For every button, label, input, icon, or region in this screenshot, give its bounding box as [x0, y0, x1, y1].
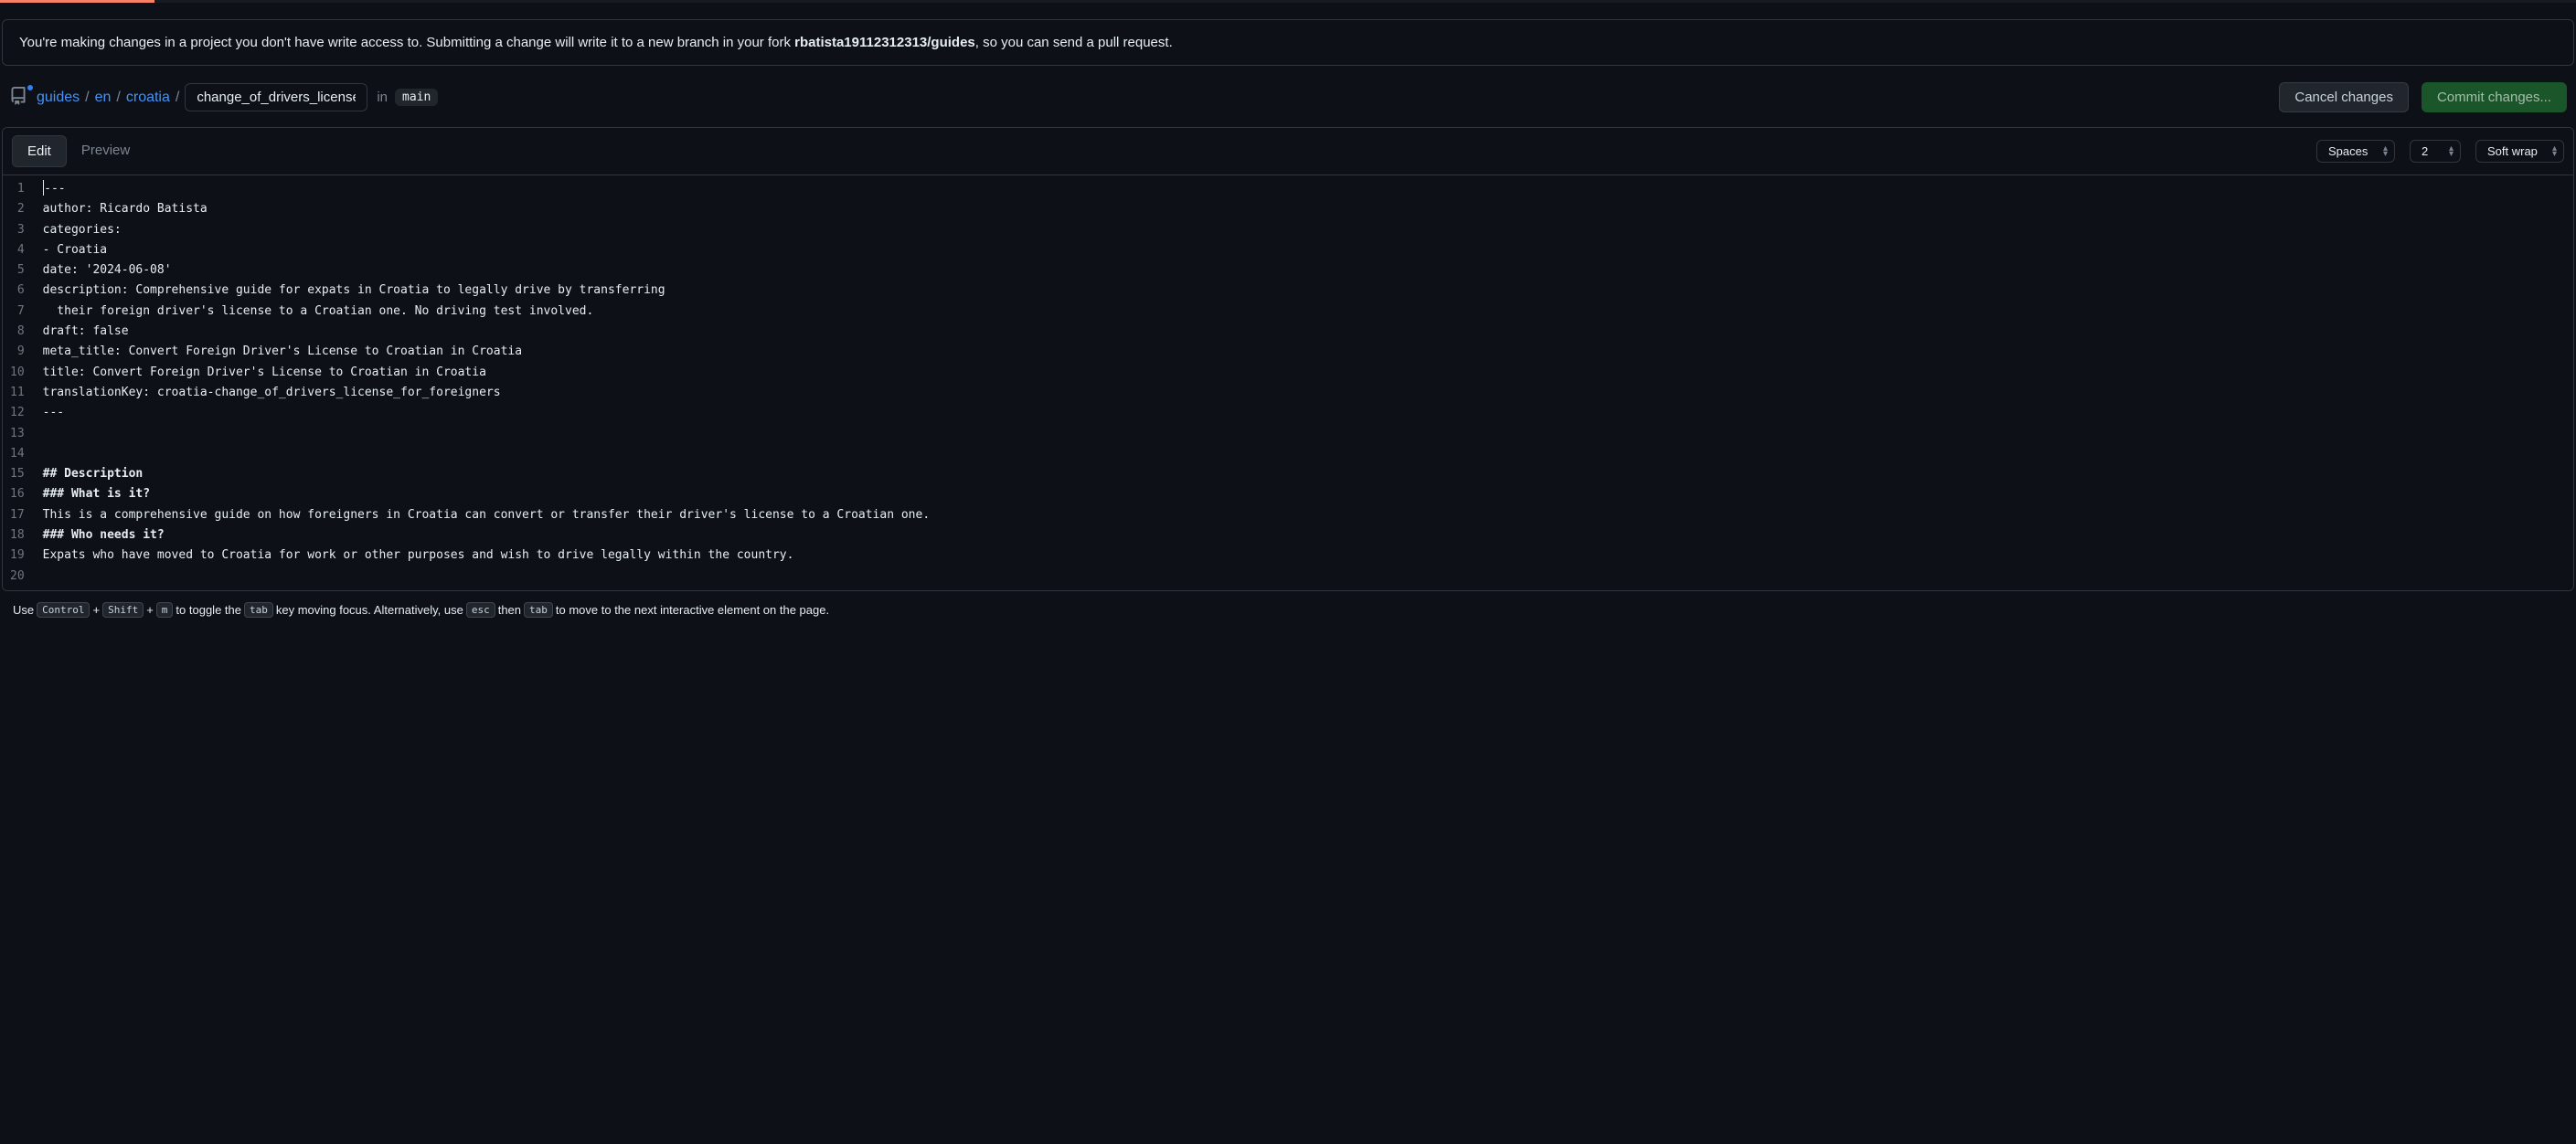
line-number: 14	[10, 444, 25, 464]
kbd-esc: esc	[466, 602, 495, 618]
code-line[interactable]	[43, 567, 931, 587]
line-number: 16	[10, 484, 25, 504]
line-number: 9	[10, 342, 25, 362]
line-number: 7	[10, 302, 25, 322]
code-line[interactable]: draft: false	[43, 322, 931, 342]
line-number: 1	[10, 179, 25, 199]
banner-prefix: You're making changes in a project you d…	[19, 35, 794, 50]
kbd-tab2: tab	[524, 602, 553, 618]
line-number: 15	[10, 464, 25, 484]
cancel-button[interactable]: Cancel changes	[2279, 82, 2409, 112]
breadcrumb: guides / en / croatia / in main Cancel c…	[0, 79, 2576, 127]
code-line[interactable]: ## Description	[43, 464, 931, 484]
code-line[interactable]: translationKey: croatia-change_of_driver…	[43, 383, 931, 403]
line-number: 8	[10, 322, 25, 342]
code-line[interactable]: meta_title: Convert Foreign Driver's Lic…	[43, 342, 931, 362]
code-line[interactable]: ---	[43, 179, 931, 199]
kbd-shift: Shift	[102, 602, 144, 618]
line-number: 6	[10, 281, 25, 301]
line-number: 19	[10, 546, 25, 566]
line-number: 13	[10, 424, 25, 444]
line-number: 10	[10, 363, 25, 383]
line-number: 18	[10, 525, 25, 546]
code-editor[interactable]: 1234567891011121314151617181920 ---autho…	[3, 175, 2573, 590]
unsaved-dot-icon	[27, 84, 34, 91]
line-number: 3	[10, 220, 25, 240]
breadcrumb-sep: /	[176, 90, 179, 106]
code-line[interactable]: title: Convert Foreign Driver's License …	[43, 363, 931, 383]
banner-fork-name: rbatista19112312313/guides	[794, 35, 975, 50]
breadcrumb-sep: /	[116, 90, 120, 106]
tab-edit[interactable]: Edit	[12, 135, 67, 167]
breadcrumb-repo-link[interactable]: guides	[37, 90, 80, 106]
filename-input[interactable]	[185, 83, 367, 111]
line-number: 2	[10, 199, 25, 219]
kbd-control: Control	[37, 602, 90, 618]
indent-size-select[interactable]: 2	[2410, 140, 2461, 163]
branch-pill[interactable]: main	[395, 89, 438, 106]
code-line[interactable]: categories:	[43, 220, 931, 240]
code-line[interactable]: ---	[43, 403, 931, 423]
kbd-m: m	[156, 602, 174, 618]
banner-suffix: , so you can send a pull request.	[975, 35, 1173, 50]
code-line[interactable]: date: '2024-06-08'	[43, 260, 931, 281]
tab-preview[interactable]: Preview	[67, 135, 144, 167]
line-number: 11	[10, 383, 25, 403]
text-cursor	[43, 180, 45, 196]
fork-notice-banner: You're making changes in a project you d…	[2, 19, 2574, 66]
editor-toolbar: Edit Preview Spaces ▴▾ 2 ▴▾ Soft wrap ▴▾	[3, 128, 2573, 175]
keyboard-hint: Use Control + Shift + m to toggle the ta…	[0, 591, 2576, 629]
code-line[interactable]	[43, 424, 931, 444]
breadcrumb-path-en[interactable]: en	[95, 90, 112, 106]
commit-button[interactable]: Commit changes...	[2422, 82, 2567, 112]
line-number: 20	[10, 567, 25, 587]
wrap-mode-select[interactable]: Soft wrap	[2475, 140, 2564, 163]
line-number: 17	[10, 505, 25, 525]
indent-mode-select[interactable]: Spaces	[2316, 140, 2395, 163]
code-line[interactable]: their foreign driver's license to a Croa…	[43, 302, 931, 322]
breadcrumb-sep: /	[85, 90, 89, 106]
code-line[interactable]: ### Who needs it?	[43, 525, 931, 546]
editor-container: Edit Preview Spaces ▴▾ 2 ▴▾ Soft wrap ▴▾…	[2, 127, 2574, 591]
code-line[interactable]: This is a comprehensive guide on how for…	[43, 505, 931, 525]
repo-icon	[9, 87, 31, 108]
code-line[interactable]: ### What is it?	[43, 484, 931, 504]
breadcrumb-path-croatia[interactable]: croatia	[126, 90, 170, 106]
line-number: 5	[10, 260, 25, 281]
line-gutter: 1234567891011121314151617181920	[3, 175, 43, 590]
line-number: 12	[10, 403, 25, 423]
code-line[interactable]: author: Ricardo Batista	[43, 199, 931, 219]
code-line[interactable]: - Croatia	[43, 240, 931, 260]
kbd-tab: tab	[244, 602, 273, 618]
code-content[interactable]: ---author: Ricardo Batistacategories:- C…	[43, 175, 931, 590]
in-label: in	[377, 90, 388, 105]
code-line[interactable]	[43, 444, 931, 464]
code-line[interactable]: description: Comprehensive guide for exp…	[43, 281, 931, 301]
code-line[interactable]: Expats who have moved to Croatia for wor…	[43, 546, 931, 566]
line-number: 4	[10, 240, 25, 260]
